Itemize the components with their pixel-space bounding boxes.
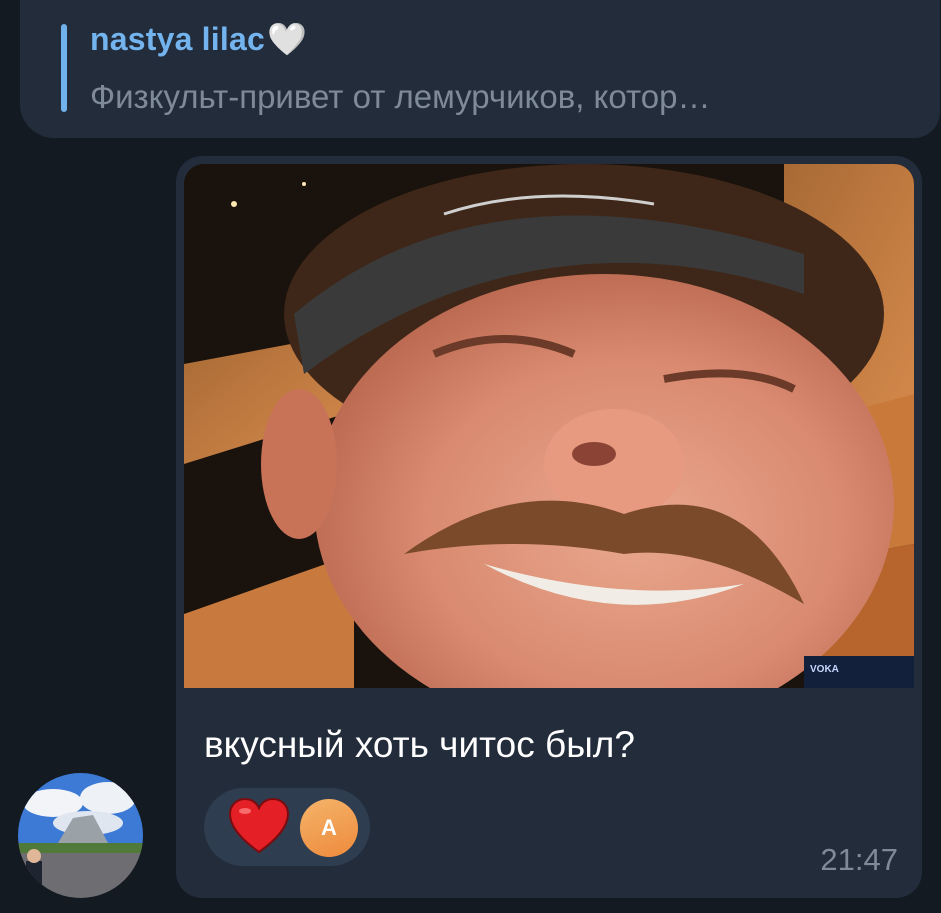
reaction-pill[interactable]: A <box>204 788 370 866</box>
sender-avatar[interactable] <box>18 773 143 898</box>
photo-watermark: VOKA <box>810 664 839 675</box>
reply-preview[interactable]: nastya lilac🤍 Физкульт-привет от лемурчи… <box>20 0 940 138</box>
reply-text: Физкульт-привет от лемурчиков, котор… <box>90 78 711 115</box>
message-bubble[interactable]: VOKA вкусный хоть читос был? A 21:47 <box>176 156 922 898</box>
reactor-avatar[interactable]: A <box>300 799 358 857</box>
red-heart-icon <box>228 797 290 854</box>
reply-accent-bar <box>61 24 67 112</box>
reply-author: nastya lilac🤍 <box>90 20 307 58</box>
reply-author-name: nastya lilac <box>90 21 265 57</box>
message-caption: вкусный хоть читос был? <box>204 724 635 765</box>
message-time: 21:47 <box>820 842 898 877</box>
photo-image <box>184 164 914 688</box>
white-heart-icon: 🤍 <box>266 21 307 57</box>
avatar-image <box>18 773 143 898</box>
message-photo[interactable]: VOKA <box>184 164 914 688</box>
